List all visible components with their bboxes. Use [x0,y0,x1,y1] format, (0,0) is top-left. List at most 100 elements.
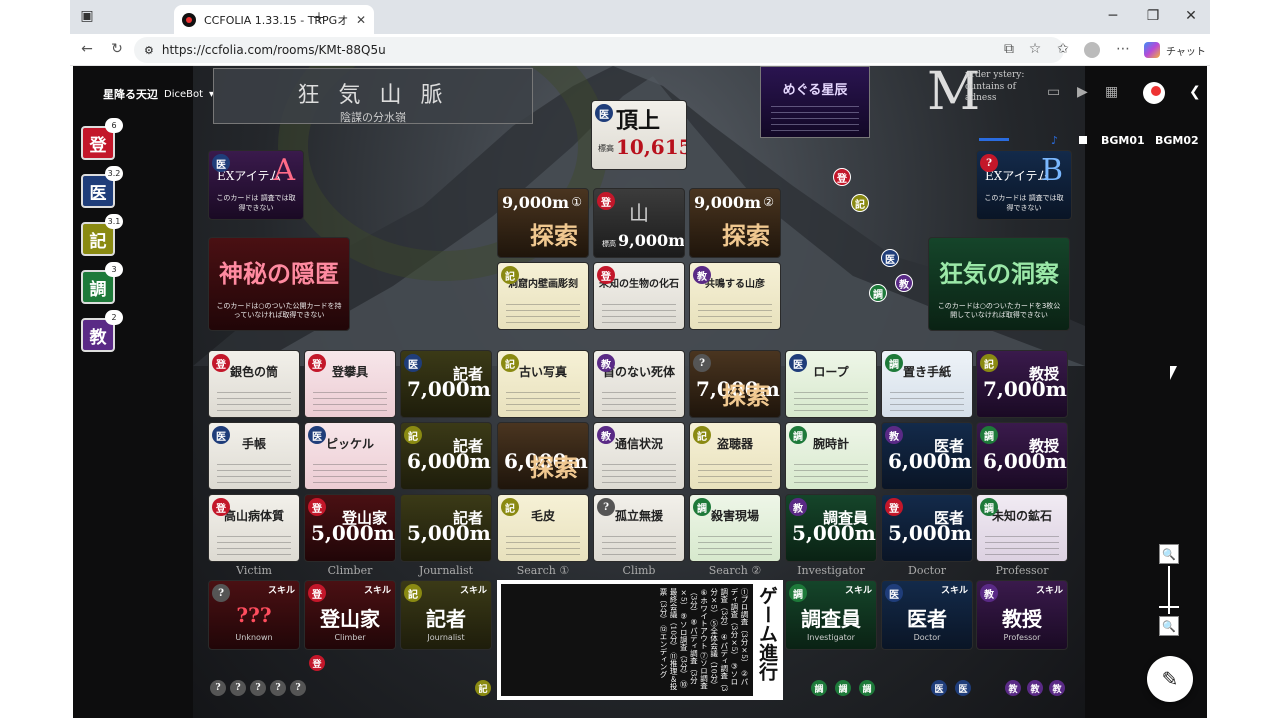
search1-9000-card[interactable]: 9,000m ① 探索 [497,188,589,258]
role-card[interactable]: 医 スキル 医者 Doctor [881,580,973,650]
clue-card[interactable]: 調腕時計 [785,422,877,490]
room-title[interactable]: 星降る天辺 DiceBot ▾ [103,86,214,102]
video-icon[interactable]: ▶ [1077,84,1088,100]
ex-item-a-card[interactable]: 医 EXアイテム A このカードは 調査では取得できない [208,150,304,220]
clue-card[interactable]: 登登攀具 [304,350,396,418]
clue-card[interactable]: 調 6,000m 教授 [976,422,1068,490]
volume-slider[interactable] [979,138,1009,141]
clue-card[interactable]: 記盗聴器 [689,422,781,490]
side-token[interactable]: 調3 [81,262,123,304]
role-pin[interactable]: 調 [811,680,827,696]
close-tab-icon[interactable]: ✕ [356,13,366,27]
scene-icon[interactable]: ▦ [1105,84,1118,100]
clue-card[interactable]: 登 5,000m 登山家 [304,494,396,562]
side-token[interactable]: 教2 [81,310,123,352]
restore-icon[interactable]: ❐ [1144,8,1162,24]
clue-card[interactable]: ? 孤立無援 [593,494,685,562]
role-pin[interactable]: 教 [1027,680,1043,696]
clue-card[interactable]: 登銀色の筒 [208,350,300,418]
stop-icon[interactable] [1079,136,1087,144]
doctor-pin[interactable]: 医 [881,249,899,267]
sidebar-toggle-icon[interactable]: ▣ [78,8,96,24]
role-pin[interactable]: 医 [931,680,947,696]
clue-card[interactable]: 医手帳 [208,422,300,490]
zoom-in-button[interactable]: 🔍 [1159,544,1179,564]
search2-9000-card[interactable]: 9,000m ② 探索 [689,188,781,258]
zoom-slider-handle[interactable] [1159,606,1179,608]
role-pin[interactable]: ? [290,680,306,696]
chat-button[interactable]: チャット [1166,43,1206,58]
role-pin[interactable]: ? [250,680,266,696]
collapse-panel-icon[interactable]: ❮ [1189,84,1201,100]
shinpi-card[interactable]: 神秘の隠匿 このカードは○のついた公開カードを持っていなければ取得できない [208,237,350,331]
investigator-pin[interactable]: 調 [869,284,887,302]
browser-tab[interactable]: CCFOLIA 1.33.15 - TRPGオンラインセ ✕ [174,5,374,34]
role-pin[interactable]: 登 [309,655,325,671]
role-pin[interactable]: 調 [859,680,875,696]
role-pin[interactable]: 教 [1005,680,1021,696]
profile-avatar[interactable] [1084,42,1100,58]
role-pin[interactable]: 記 [475,680,491,696]
clue-card[interactable]: 調置き手紙 [881,350,973,418]
clue-card[interactable]: 5,000m 記者 [400,494,492,562]
ex-item-b-card[interactable]: ? EXアイテム B このカードは 調査では取得できない [976,150,1072,220]
clue-card[interactable]: 6,000m ①探索 [497,422,589,490]
side-token[interactable]: 登6 [81,118,123,160]
clue-card[interactable]: 教 5,000m 調査員 [785,494,877,562]
new-tab-icon[interactable]: ＋ [310,8,328,28]
summit-card[interactable]: 医 頂上 標高 10,615m [591,100,687,170]
mid-card-3[interactable]: 教 共鳴する山彦 [689,262,781,330]
game-progress-card[interactable]: ①プロ調査（3分×5） ②パディ調査（3分×5） ③ソロ調査（3分） ④パディ調… [497,580,783,700]
site-info-icon[interactable]: ⚙ [144,44,154,57]
clue-card[interactable]: ?7,000m ②探索 [689,350,781,418]
clue-card[interactable]: 登 5,000m 医者 [881,494,973,562]
screen-icon[interactable]: ▭ [1047,84,1060,100]
event-card-stars[interactable]: めぐる星辰 [760,66,870,138]
climber-pin[interactable]: 登 [833,168,851,186]
role-pin[interactable]: ? [210,680,226,696]
clue-card[interactable]: 調未知の鉱石 [976,494,1068,562]
clue-card[interactable]: 教 6,000m 医者 [881,422,973,490]
role-pin[interactable]: ? [230,680,246,696]
favorite-star-icon[interactable]: ☆ [1026,41,1044,57]
back-icon[interactable]: ← [78,41,96,57]
clue-card[interactable]: 調殺害現場 [689,494,781,562]
minimize-icon[interactable]: ─ [1104,8,1122,24]
clue-card[interactable]: 医ロープ [785,350,877,418]
bgm2-label[interactable]: BGM02 [1155,134,1199,147]
kyoki-card[interactable]: 狂気の洞察 このカードは○のついたカードを3枚公開していなければ取得できない [928,237,1070,331]
clue-card[interactable]: 教首のない死体 [593,350,685,418]
mountain-9000-card[interactable]: 登 山 標高 9,000m [593,188,685,258]
role-pin[interactable]: 医 [955,680,971,696]
clue-card[interactable]: 記毛皮 [497,494,589,562]
side-token[interactable]: 記 3.1 [81,214,123,256]
mid-card-2[interactable]: 登 未知の生物の化石 [593,262,685,330]
clue-card[interactable]: 教通信状況 [593,422,685,490]
more-menu-icon[interactable]: ⋯ [1114,41,1132,57]
role-card[interactable]: 調 スキル 調査員 Investigator [785,580,877,650]
role-card[interactable]: 登 スキル 登山家 Climber [304,580,396,650]
clue-card[interactable]: 記 6,000m 記者 [400,422,492,490]
reload-icon[interactable]: ↻ [108,41,126,57]
role-pin[interactable]: ? [270,680,286,696]
clue-card[interactable]: 医 7,000m 記者 [400,350,492,418]
clue-card[interactable]: 記 7,000m 教授 [976,350,1068,418]
user-avatar[interactable] [1143,82,1165,104]
edit-fab-button[interactable]: ✎ [1147,656,1193,702]
collections-icon[interactable]: ✩ [1054,41,1072,57]
journalist-pin[interactable]: 記 [851,194,869,212]
role-card[interactable]: 教 スキル 教授 Professor [976,580,1068,650]
side-token[interactable]: 医 3.2 [81,166,123,208]
copilot-icon[interactable] [1144,42,1160,58]
clue-card[interactable]: 登高山病体質 [208,494,300,562]
mid-card-1[interactable]: 記 洞窟内壁画彫刻 [497,262,589,330]
address-bar[interactable]: ⚙ https://ccfolia.com/rooms/KMt-88Q5u [134,37,1064,63]
role-card[interactable]: 記 スキル 記者 Journalist [400,580,492,650]
clue-card[interactable]: 医ピッケル [304,422,396,490]
close-window-icon[interactable]: ✕ [1182,8,1200,24]
install-app-icon[interactable]: ⧉ [1000,41,1018,57]
role-card[interactable]: ? スキル??? Unknown [208,580,300,650]
volume-icon[interactable]: ♪ [1051,134,1058,147]
clue-card[interactable]: 記古い写真 [497,350,589,418]
role-pin[interactable]: 調 [835,680,851,696]
